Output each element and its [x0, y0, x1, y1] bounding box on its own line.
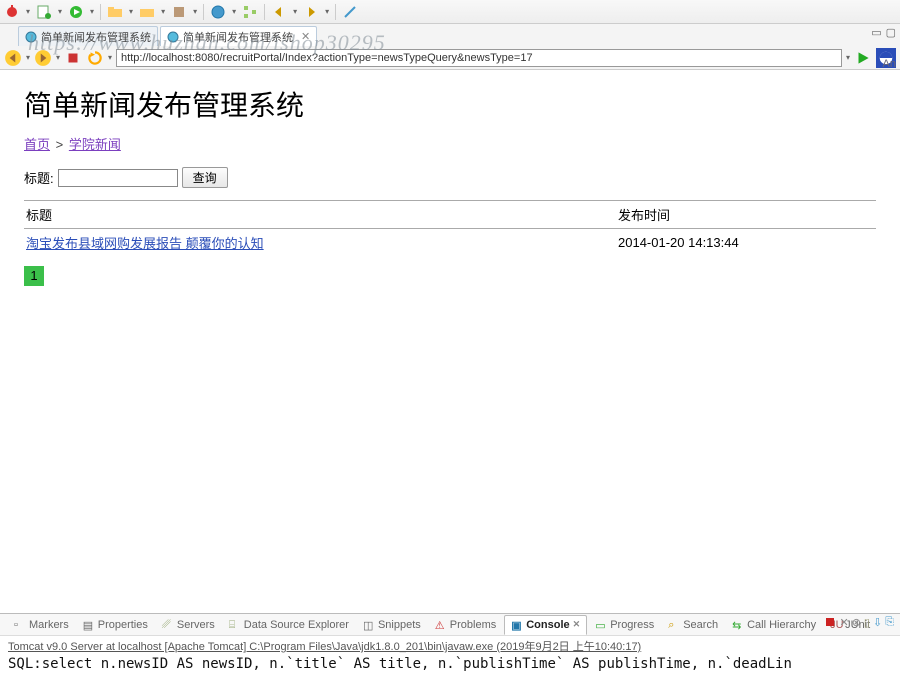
editor-tab-1[interactable]: 简单新闻发布管理系统 [18, 26, 158, 46]
remove-all-icon[interactable]: ⊗ [852, 616, 861, 631]
editor-tabs: 简单新闻发布管理系统 简单新闻发布管理系统 ✕ ▭ ▢ [0, 24, 900, 46]
tab-problems[interactable]: ⚠Problems [429, 615, 502, 635]
editor-tab-2[interactable]: 简单新闻发布管理系统 ✕ [160, 26, 317, 46]
nav-fwd-icon[interactable] [34, 49, 52, 67]
folder-icon[interactable] [107, 4, 123, 20]
globe2-icon[interactable] [210, 4, 226, 20]
pagination: 1 [24, 266, 876, 286]
tab-markers[interactable]: ▫Markers [8, 615, 75, 635]
views-tabs: ▫Markers ▤Properties ␥Servers ⌸Data Sour… [0, 614, 900, 636]
table-row: 淘宝发布县域网购发展报告 颠覆你的认知 2014-01-20 14:13:44 [24, 229, 876, 257]
tab-label: 简单新闻发布管理系统 [183, 29, 293, 45]
new-icon[interactable] [36, 4, 52, 20]
chevron-down-icon[interactable]: ▾ [108, 53, 112, 62]
close-icon[interactable]: ✕ [297, 30, 310, 43]
problems-icon: ⚠ [435, 619, 447, 631]
globe-icon [25, 31, 37, 43]
refresh-icon[interactable] [86, 49, 104, 67]
crumb-sep: > [54, 137, 66, 152]
page-title: 简单新闻发布管理系统 [24, 84, 876, 124]
search-icon: ⌕ [668, 619, 680, 631]
news-table: 标题 发布时间 淘宝发布县域网购发展报告 颠覆你的认知 2014-01-20 1… [24, 200, 876, 256]
chevron-down-icon[interactable]: ▾ [56, 53, 60, 62]
news-link[interactable]: 淘宝发布县域网购发展报告 颠覆你的认知 [26, 236, 264, 251]
callhier-icon: ⇆ [732, 619, 744, 631]
col-time: 发布时间 [616, 201, 876, 229]
title-input[interactable] [58, 169, 178, 187]
query-button[interactable]: 查询 [182, 167, 228, 188]
tab-label: 简单新闻发布管理系统 [41, 29, 151, 45]
bottom-panel: ▫Markers ▤Properties ␥Servers ⌸Data Sour… [0, 613, 900, 675]
tab-dse[interactable]: ⌸Data Source Explorer [223, 615, 355, 635]
editor-window-controls: ▭ ▢ [871, 26, 896, 39]
tab-callhier[interactable]: ⇆Call Hierarchy [726, 615, 822, 635]
crumb-home-link[interactable]: 首页 [24, 137, 50, 152]
stop-icon[interactable] [64, 49, 82, 67]
console-icon: ▣ [511, 619, 523, 631]
page-content: 简单新闻发布管理系统 首页 > 学院新闻 标题: 查询 标题 发布时间 淘宝发布… [0, 70, 900, 294]
tab-properties[interactable]: ▤Properties [77, 615, 154, 635]
pin-icon[interactable]: ⎘ [885, 616, 894, 631]
news-time: 2014-01-20 14:13:44 [616, 229, 876, 257]
dse-icon: ⌸ [229, 619, 241, 631]
folder2-icon[interactable] [139, 4, 155, 20]
fwd-icon[interactable] [303, 4, 319, 20]
globe-icon [167, 31, 179, 43]
go-icon[interactable] [854, 49, 872, 67]
ide-toolbar: ▾ ▾ ▾ ▾ ▾ ▾ ▾ ▾ ▾ [0, 0, 900, 24]
servers-icon: ␥ [162, 619, 174, 631]
tab-search[interactable]: ⌕Search [662, 615, 724, 635]
tab-progress[interactable]: ▭Progress [589, 615, 660, 635]
browser-address-bar: ▾ ▾ ▾ ▾ [0, 46, 900, 70]
back-icon[interactable] [271, 4, 287, 20]
scroll-icon[interactable]: ⇩ [873, 616, 882, 631]
progress-icon: ▭ [595, 619, 607, 631]
page-1[interactable]: 1 [24, 266, 44, 286]
properties-icon: ▤ [83, 619, 95, 631]
nav-back-icon[interactable] [4, 49, 22, 67]
tab-snippets[interactable]: ◫Snippets [357, 615, 427, 635]
console-header: Tomcat v9.0 Server at localhost [Apache … [0, 636, 900, 656]
run-icon[interactable] [68, 4, 84, 20]
package-icon[interactable] [171, 4, 187, 20]
breadcrumb: 首页 > 学院新闻 [24, 134, 876, 153]
chevron-down-icon[interactable]: ▾ [846, 53, 850, 62]
col-title: 标题 [24, 201, 616, 229]
remove-icon[interactable]: ✕ [839, 616, 848, 631]
snippets-icon: ◫ [363, 619, 375, 631]
tab-servers[interactable]: ␥Servers [156, 615, 221, 635]
tree-icon[interactable] [242, 4, 258, 20]
bug-icon[interactable] [4, 4, 20, 20]
console-actions: ✕ ⊗ ▯ ⇩ ⎘ [824, 616, 894, 631]
search-row: 标题: 查询 [24, 167, 876, 188]
maximize-icon[interactable]: ▢ [886, 26, 896, 39]
chevron-down-icon[interactable]: ▾ [26, 53, 30, 62]
annotation-side: An [883, 58, 896, 70]
clear-icon[interactable]: ▯ [864, 616, 870, 631]
minimize-icon[interactable]: ▭ [871, 26, 881, 39]
terminate-icon[interactable] [824, 616, 836, 631]
crumb-current-link[interactable]: 学院新闻 [69, 137, 121, 152]
wand-icon[interactable] [342, 4, 358, 20]
tab-console[interactable]: ▣Console ✕ [504, 615, 587, 635]
close-icon[interactable]: ✕ [573, 619, 581, 630]
markers-icon: ▫ [14, 619, 26, 631]
url-input[interactable] [116, 49, 842, 67]
search-label: 标题: [24, 168, 54, 187]
console-output: SQL:select n.newsID AS newsID, n.`title`… [0, 656, 900, 672]
